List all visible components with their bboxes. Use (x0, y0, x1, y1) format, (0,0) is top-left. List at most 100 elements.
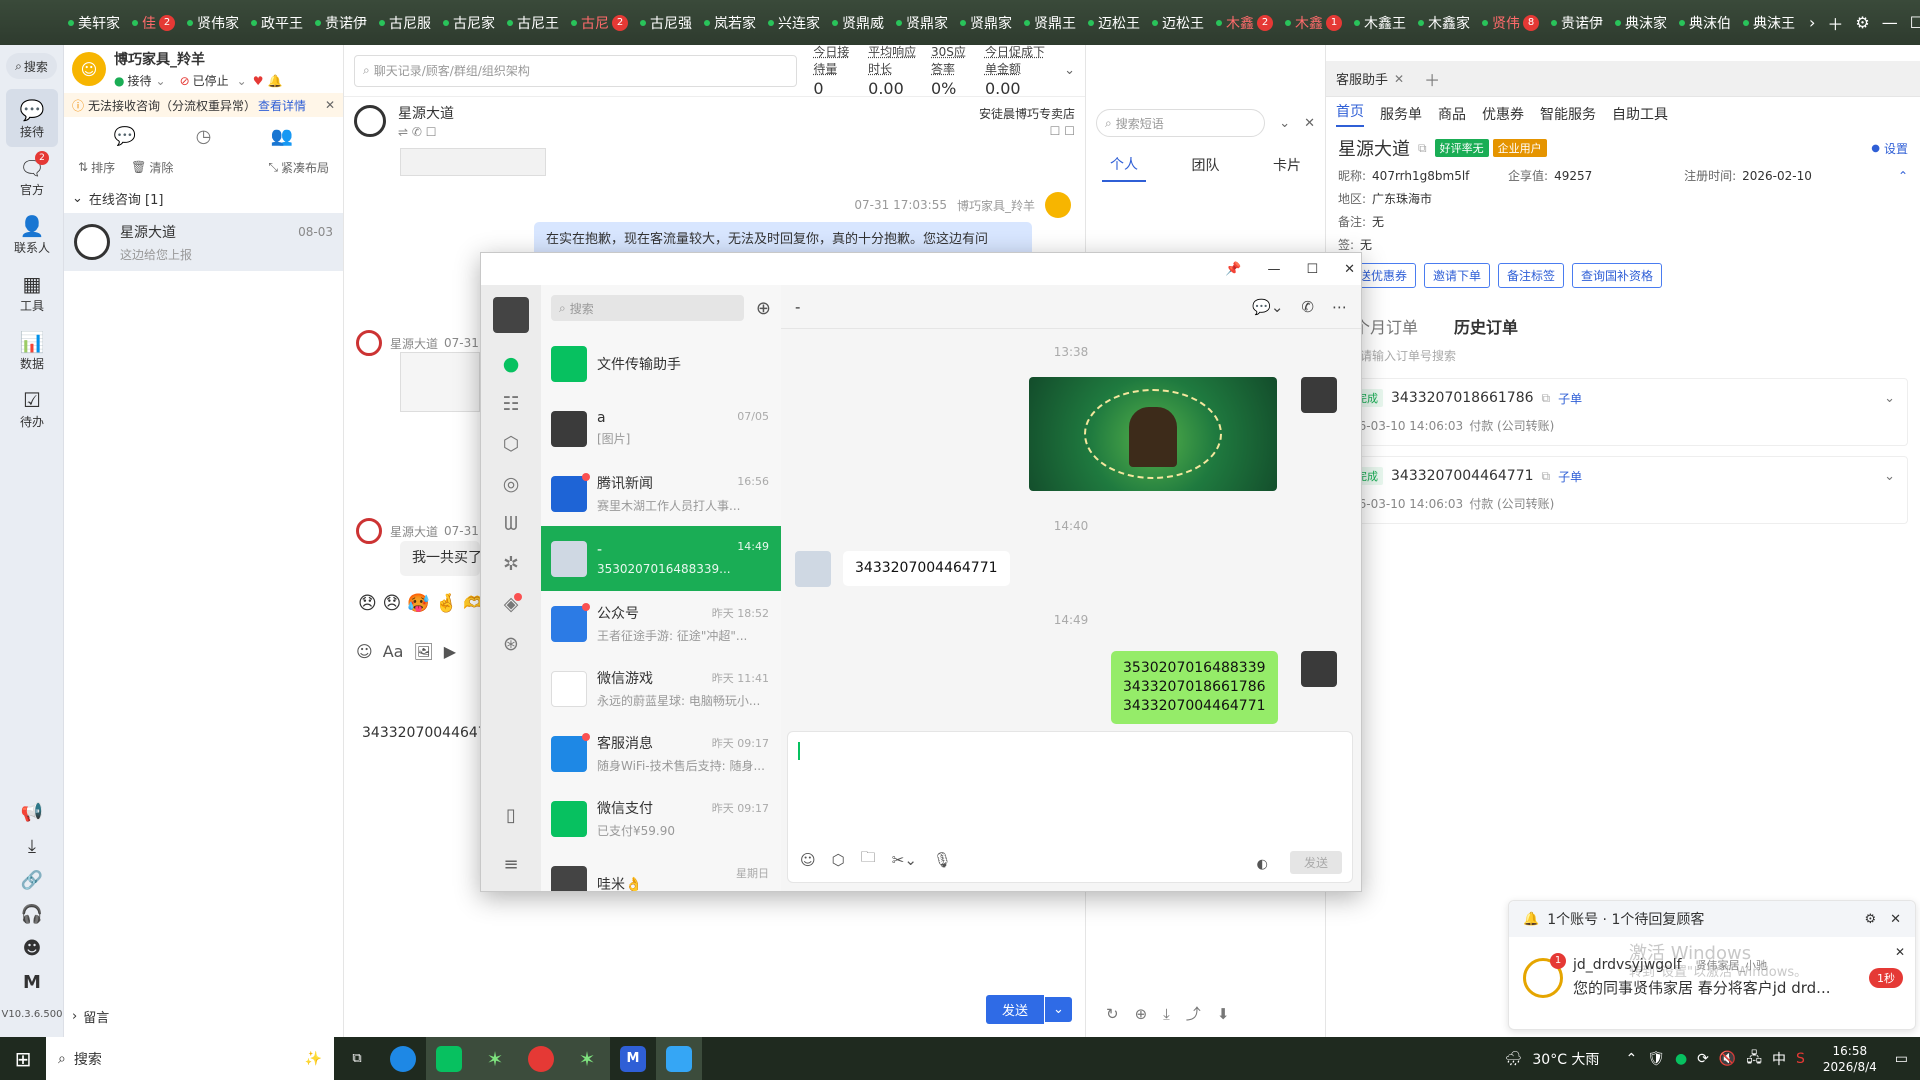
order-card[interactable]: 完成 3433207004464771 ⧉ 子单 ⌄ 26-03-10 14:06:03 付… (1338, 456, 1908, 524)
m-logo-icon[interactable]: M (0, 965, 64, 999)
wechat-chat-item[interactable]: 微信游戏 永远的蔚蓝星球: 电脑畅玩小... 昨天 11:41 (541, 656, 781, 721)
call-icon[interactable]: ✆ (1301, 298, 1314, 316)
account-tab[interactable]: 贤鼎威 (828, 8, 888, 38)
clear-button[interactable]: 清除 (149, 159, 173, 176)
phone-icon[interactable]: ▯ (506, 805, 516, 826)
wechat-chat-item[interactable]: 客服消息 随身WiFi-技术售后支持: 随身... 昨天 09:17 (541, 721, 781, 786)
mini-games-icon[interactable]: ⊛ (503, 633, 519, 655)
chevron-right-icon[interactable]: › (1809, 13, 1815, 32)
sogou-icon[interactable]: S (1796, 1051, 1805, 1067)
shield-icon[interactable]: 🛡 (1647, 1051, 1665, 1067)
warning-link[interactable]: 查看详情 (258, 97, 306, 114)
assistant-nav-4[interactable]: 智能服务 (1540, 104, 1596, 124)
assistant-nav-5[interactable]: 自助工具 (1612, 104, 1668, 124)
account-tab[interactable]: 贵诺伊 (311, 8, 371, 38)
account-tab[interactable]: 迈松王 (1084, 8, 1144, 38)
refresh-icon[interactable]: ↻ (1106, 1005, 1119, 1023)
image-icon[interactable]: 🖼 (413, 642, 433, 661)
menu-icon[interactable]: ≡ (503, 854, 518, 875)
favorites-icon[interactable]: ⬡ (832, 851, 845, 869)
assistant-nav-2[interactable]: 商品 (1438, 104, 1466, 124)
account-tab[interactable]: 典沫家 (1611, 8, 1671, 38)
pin-icon[interactable]: 📌 (1225, 262, 1241, 277)
scissors-icon[interactable]: ✂⌄ (892, 851, 917, 869)
gear-icon[interactable]: ⚙ (1864, 912, 1876, 927)
assistant-nav-0[interactable]: 首页 (1336, 101, 1364, 127)
account-tab[interactable]: 兴连家 (764, 8, 824, 38)
online-group-header[interactable]: ⌄ 在线咨询 [1] (64, 183, 343, 213)
plus-icon[interactable]: ＋ (1424, 67, 1440, 91)
edge-icon[interactable] (380, 1037, 426, 1080)
assistant-action-button[interactable]: 查询国补资格 (1572, 263, 1663, 288)
wechat-app-icon[interactable] (426, 1037, 472, 1080)
voice-call-icon[interactable]: ◐ (1257, 857, 1268, 872)
sub-order-link[interactable]: 子单 (1558, 390, 1582, 407)
task-view-icon[interactable]: ⧉ (334, 1037, 380, 1080)
folder-icon[interactable]: 🗀 (861, 847, 876, 872)
maximize-icon[interactable]: ☐ (1306, 262, 1318, 277)
close-icon[interactable]: ✕ (1394, 72, 1404, 86)
headset-icon[interactable]: 🎧 (0, 897, 64, 931)
wechat-chat-item[interactable]: -3530207016488339... 14:49 (541, 526, 781, 591)
jd-app-icon[interactable] (656, 1037, 702, 1080)
download-icon[interactable]: ⬇ (1217, 1005, 1230, 1023)
send-options-button[interactable]: ⌄ (1045, 997, 1072, 1022)
close-icon[interactable]: ✕ (1344, 262, 1355, 277)
assistant-nav-1[interactable]: 服务单 (1380, 104, 1422, 124)
account-tab[interactable]: 美轩家 (64, 8, 124, 38)
wechat-send-button[interactable]: 发送 (1289, 851, 1342, 874)
global-search-box[interactable]: ⌕ 聊天记录/顾客/群组/组织架构 (354, 54, 798, 87)
wechat-avatar[interactable] (493, 297, 529, 333)
close-icon[interactable]: ✕ (1304, 116, 1315, 131)
volume-icon[interactable]: 🔇 (1719, 1051, 1736, 1067)
emoji-icon[interactable]: ☺ (800, 851, 816, 869)
assistant-action-button[interactable]: 备注标签 (1498, 263, 1565, 288)
chevron-down-icon[interactable]: ⌄ (1064, 63, 1075, 78)
order-card[interactable]: 完成 3433207018661786 ⧉ 子单 ⌄ 26-03-10 14:06:03 付… (1338, 378, 1908, 446)
chevron-down-icon[interactable]: ⌄ (1884, 391, 1895, 406)
phrase-tab-2[interactable]: 卡片 (1265, 149, 1309, 181)
account-tab[interactable]: 迈松王 (1148, 8, 1208, 38)
send-button[interactable]: 发送 (986, 995, 1045, 1024)
account-tab[interactable]: 贤伟家 (183, 8, 243, 38)
chevron-down-icon[interactable]: ⌄ (1884, 469, 1895, 484)
bot-icon[interactable]: ☻ (0, 931, 64, 965)
wechat-chat-item[interactable]: 公众号 王者征途手游: 征途"冲超"... 昨天 18:52 (541, 591, 781, 656)
leave-message-item[interactable]: › 留言 (72, 1007, 109, 1026)
account-tab[interactable]: 贤鼎家 (956, 8, 1016, 38)
compact-layout-button[interactable]: 紧凑布局 (281, 159, 329, 176)
rail-item-1[interactable]: 🗨 2 官方 (0, 147, 64, 205)
game-image-message[interactable] (1029, 377, 1277, 491)
chat-bubble-icon[interactable]: 💬⌄ (1252, 298, 1283, 316)
m-app-icon[interactable]: M (610, 1037, 656, 1080)
account-tab[interactable]: 木鑫王 (1350, 8, 1410, 38)
group-icon[interactable]: 👥 (271, 126, 293, 147)
account-tab[interactable]: 木鑫 1 (1281, 8, 1346, 38)
app-star-icon[interactable]: ✶ (472, 1037, 518, 1080)
account-tab[interactable]: 贵诺伊 (1547, 8, 1607, 38)
chevron-down-icon[interactable]: ⌄ (156, 74, 166, 88)
wechat-chat-item[interactable]: 微信支付 已支付¥59.90 昨天 09:17 (541, 786, 781, 851)
bell-icon[interactable]: 🔔 (267, 74, 282, 88)
account-tab[interactable]: 古尼服 (375, 8, 435, 38)
account-tab[interactable]: 古尼强 (636, 8, 696, 38)
sort-button[interactable]: 排序 (91, 159, 115, 176)
download-icon[interactable]: ⤓ (0, 829, 64, 863)
copy-icon[interactable]: ⧉ (1542, 391, 1551, 406)
search-network-icon[interactable]: ✲ (503, 553, 519, 575)
account-tab[interactable]: 岚若家 (700, 8, 760, 38)
minimize-icon[interactable]: — (1267, 262, 1280, 277)
phrase-search-input[interactable]: ⌕ 搜索短语 (1096, 109, 1266, 137)
rail-search-button[interactable]: ⌕ 搜索 (6, 53, 57, 79)
chat-bubble-icon[interactable]: 💬 (114, 126, 136, 147)
close-icon[interactable]: ✕ (325, 98, 335, 112)
image-thumbnail[interactable] (400, 148, 546, 176)
assistant-action-button[interactable]: 邀请下单 (1424, 263, 1491, 288)
order-search-input[interactable]: 请输入订单号搜索 (1326, 344, 1920, 368)
account-tab[interactable]: 贤鼎王 (1020, 8, 1080, 38)
account-avatar[interactable]: ☺ (72, 52, 106, 86)
video-icon[interactable]: ▶ (444, 642, 456, 661)
session-item[interactable]: 星源大道 08-03 这边给您上报 (64, 213, 343, 271)
wechat-chat-item[interactable]: 腾讯新闻 赛里木湖工作人员打人事... 16:56 (541, 461, 781, 526)
contacts-icon[interactable]: ☷ (502, 393, 519, 415)
